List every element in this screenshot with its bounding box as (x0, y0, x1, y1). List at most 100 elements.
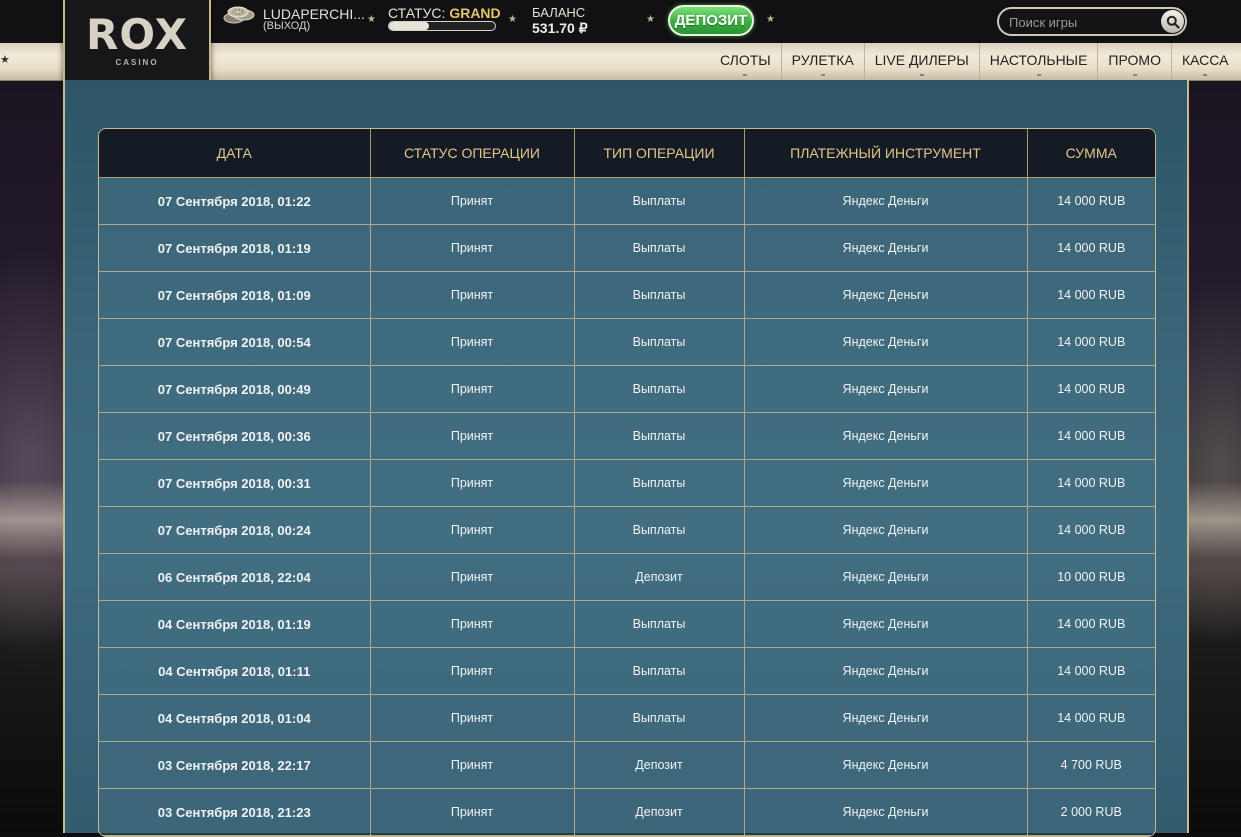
cell-type: Выплаты (574, 459, 745, 507)
logo-sub-text: CASINO (115, 58, 159, 67)
table-row: 07 Сентября 2018, 01:09 Принят Выплаты Янде… (99, 271, 1155, 319)
cell-payment-method: Яндекс Деньги (744, 412, 1028, 460)
cell-status: Принят (370, 177, 575, 225)
cell-payment-method: Яндекс Деньги (744, 459, 1028, 507)
star-icon: ★ (646, 14, 655, 25)
cell-amount: 14 000 RUB (1027, 506, 1155, 554)
cell-status: Принят (370, 600, 575, 648)
header-type: ТИП ОПЕРАЦИИ (574, 129, 745, 178)
table-header-row: ДАТА СТАТУС ОПЕРАЦИИ ТИП ОПЕРАЦИИ ПЛАТЕЖ… (99, 129, 1155, 178)
cell-amount: 14 000 RUB (1027, 318, 1155, 366)
cell-status: Принят (370, 788, 575, 836)
cell-status: Принят (370, 506, 575, 554)
cell-status: Принят (370, 412, 575, 460)
cell-status: Принят (370, 553, 575, 601)
star-icon: ★ (367, 14, 376, 25)
star-icon: ★ (766, 14, 775, 25)
cell-status: Принят (370, 365, 575, 413)
cell-type: Выплаты (574, 271, 745, 319)
table-row: 03 Сентября 2018, 22:17 Принят Депозит Янде… (99, 741, 1155, 789)
header-amount: СУММА (1027, 129, 1155, 178)
cell-payment-method: Яндекс Деньги (744, 224, 1028, 272)
balance-value: 531.70 ₽ (532, 20, 588, 36)
cell-type: Выплаты (574, 318, 745, 366)
cell-payment-method: Яндекс Деньги (744, 694, 1028, 742)
cell-amount: 14 000 RUB (1027, 177, 1155, 225)
table-row: 07 Сентября 2018, 01:19 Принят Выплаты Янде… (99, 224, 1155, 272)
cell-amount: 14 000 RUB (1027, 224, 1155, 272)
cell-amount: 14 000 RUB (1027, 365, 1155, 413)
cell-type: Выплаты (574, 506, 745, 554)
cell-status: Принят (370, 741, 575, 789)
cell-date: 04 Сентября 2018, 01:04 (99, 694, 371, 742)
cell-payment-method: Яндекс Деньги (744, 553, 1028, 601)
cell-type: Выплаты (574, 365, 745, 413)
nav-item-live-dealers[interactable]: LIVE ДИЛЕРЫ (863, 43, 979, 80)
cell-payment-method: Яндекс Деньги (744, 600, 1028, 648)
table-row: 07 Сентября 2018, 00:24 Принят Выплаты Янде… (99, 506, 1155, 554)
search-input[interactable] (1007, 12, 1161, 33)
deposit-button[interactable]: ДЕПОЗИТ (668, 5, 754, 36)
transactions-table-wrapper: ДАТА СТАТУС ОПЕРАЦИИ ТИП ОПЕРАЦИИ ПЛАТЕЖ… (98, 128, 1156, 837)
logout-link[interactable]: (ВЫХОД) (263, 20, 310, 32)
nav-item-roulette[interactable]: РУЛЕТКА (780, 43, 864, 80)
balance-label: БАЛАНС (532, 5, 586, 20)
cell-status: Принят (370, 694, 575, 742)
status-progress-fill (389, 22, 430, 30)
cell-status: Принят (370, 271, 575, 319)
table-row: 07 Сентября 2018, 00:36 Принят Выплаты Янде… (99, 412, 1155, 460)
chips-icon (223, 6, 255, 24)
header-payment-method: ПЛАТЕЖНЫЙ ИНСТРУМЕНТ (744, 129, 1028, 178)
cell-type: Выплаты (574, 600, 745, 648)
cell-type: Депозит (574, 553, 745, 601)
table-row: 07 Сентября 2018, 00:49 Принят Выплаты Янде… (99, 365, 1155, 413)
logo-main-text: ROX (86, 10, 188, 59)
cell-status: Принят (370, 318, 575, 366)
cell-status: Принят (370, 459, 575, 507)
cell-date: 04 Сентября 2018, 01:19 (99, 600, 371, 648)
cell-date: 07 Сентября 2018, 01:09 (99, 271, 371, 319)
cell-type: Депозит (574, 788, 745, 836)
cell-date: 07 Сентября 2018, 00:36 (99, 412, 371, 460)
table-row: 07 Сентября 2018, 00:31 Принят Выплаты Янде… (99, 459, 1155, 507)
cell-payment-method: Яндекс Деньги (744, 741, 1028, 789)
cell-date: 03 Сентября 2018, 22:17 (99, 741, 371, 789)
star-icon: ★ (508, 14, 517, 25)
cell-date: 07 Сентября 2018, 00:49 (99, 365, 371, 413)
table-row: 03 Сентября 2018, 21:23 Принят Депозит Янде… (99, 788, 1155, 836)
status-value: GRAND (449, 5, 501, 21)
header-status: СТАТУС ОПЕРАЦИИ (370, 129, 575, 178)
cell-date: 07 Сентября 2018, 00:24 (99, 506, 371, 554)
cell-date: 06 Сентября 2018, 22:04 (99, 553, 371, 601)
cell-payment-method: Яндекс Деньги (744, 271, 1028, 319)
table-row: 04 Сентября 2018, 01:04 Принят Выплаты Янде… (99, 694, 1155, 742)
cell-payment-method: Яндекс Деньги (744, 647, 1028, 695)
rox-casino-logo[interactable]: ROX CASINO (63, 0, 211, 90)
search-button[interactable] (1161, 10, 1184, 33)
cell-status: Принят (370, 224, 575, 272)
cell-amount: 14 000 RUB (1027, 600, 1155, 648)
cell-payment-method: Яндекс Деньги (744, 365, 1028, 413)
cell-amount: 14 000 RUB (1027, 647, 1155, 695)
cell-type: Выплаты (574, 694, 745, 742)
cell-payment-method: Яндекс Деньги (744, 177, 1028, 225)
cell-date: 07 Сентября 2018, 01:22 (99, 177, 371, 225)
nav-item-table-games[interactable]: НАСТОЛЬНЫЕ (978, 43, 1098, 80)
cell-type: Депозит (574, 741, 745, 789)
cell-type: Выплаты (574, 647, 745, 695)
cell-amount: 14 000 RUB (1027, 412, 1155, 460)
nav-item-promo[interactable]: ПРОМО (1097, 43, 1171, 80)
nav-item-cashier[interactable]: КАССА (1170, 43, 1238, 80)
cell-date: 07 Сентября 2018, 01:19 (99, 224, 371, 272)
table-row: 07 Сентября 2018, 01:22 Принят Выплаты Янде… (99, 177, 1155, 225)
nav-item-slots[interactable]: СЛОТЫ (710, 43, 781, 80)
cell-amount: 4 700 RUB (1027, 741, 1155, 789)
table-row: 06 Сентября 2018, 22:04 Принят Депозит Янде… (99, 553, 1155, 601)
cell-amount: 2 000 RUB (1027, 788, 1155, 836)
header-date: ДАТА (99, 129, 371, 178)
cell-payment-method: Яндекс Деньги (744, 506, 1028, 554)
table-row: 07 Сентября 2018, 00:54 Принят Выплаты Янде… (99, 318, 1155, 366)
search-box (997, 7, 1187, 36)
cell-type: Выплаты (574, 177, 745, 225)
cell-date: 04 Сентября 2018, 01:11 (99, 647, 371, 695)
